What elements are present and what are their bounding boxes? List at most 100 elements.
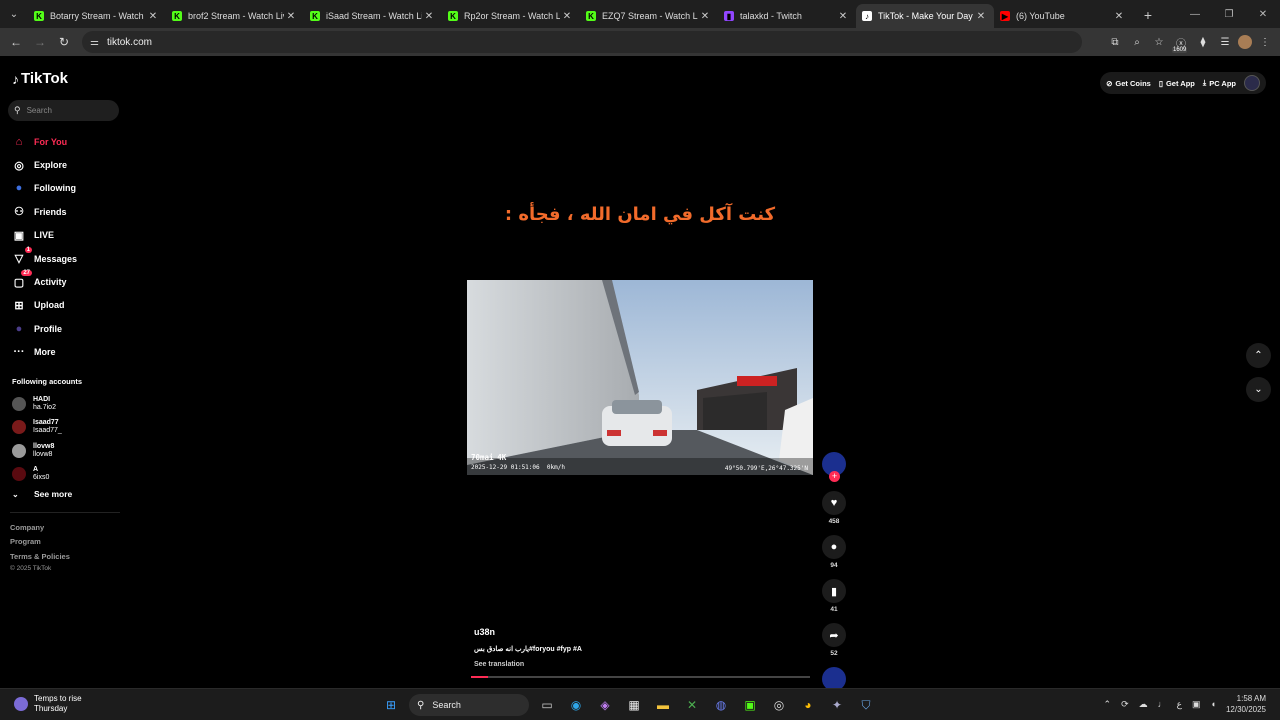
- chrome-icon[interactable]: ◕: [797, 694, 819, 716]
- store-icon[interactable]: ▦: [623, 694, 645, 716]
- xbox-icon[interactable]: ✕: [681, 694, 703, 716]
- security-app-icon[interactable]: ⛉: [855, 694, 877, 716]
- copilot-icon[interactable]: ◈: [594, 694, 616, 716]
- tab-close-icon[interactable]: ✕: [698, 11, 712, 22]
- tab-close-icon[interactable]: ✕: [836, 11, 850, 22]
- extensions-puzzle-icon[interactable]: ⧫: [1194, 30, 1212, 54]
- nav-item-activity[interactable]: ▢ 27 Activity: [12, 270, 77, 293]
- save-count: 41: [830, 606, 838, 613]
- nav-item-explore[interactable]: ◎ Explore: [12, 153, 77, 176]
- nav-label: Following: [34, 183, 76, 194]
- following-account[interactable]: HADI ha.7io2: [12, 392, 62, 416]
- input-language[interactable]: ع: [1177, 699, 1182, 710]
- address-bar[interactable]: ⚌ tiktok.com: [82, 31, 1082, 53]
- tab-close-icon[interactable]: ✕: [1112, 11, 1126, 22]
- nav-item-live[interactable]: ▣ LIVE: [12, 224, 77, 247]
- following-account[interactable]: llovw8 llovw8: [12, 439, 62, 463]
- comment-button[interactable]: ●: [822, 535, 846, 559]
- nav-item-following[interactable]: ● Following: [12, 177, 77, 200]
- nav-item-more[interactable]: ··· More: [12, 341, 77, 364]
- browser-tab[interactable]: Kbrof2 Stream - Watch Live ✕: [166, 4, 304, 28]
- browser-tab[interactable]: ▶ (6) YouTube ✕: [994, 4, 1132, 28]
- video-player[interactable]: 70mai 4K 2025-12-29 01:51:06 0km/h 49°50…: [467, 280, 813, 475]
- tab-search-button[interactable]: ⌄: [0, 0, 28, 28]
- discord-icon[interactable]: ◍: [710, 694, 732, 716]
- weather-widget[interactable]: Temps to rise Thursday: [14, 694, 82, 714]
- video-caption-overlay: كنت آكل في امان الله ، فجأه :: [504, 204, 776, 225]
- edge-icon[interactable]: ◉: [565, 694, 587, 716]
- browser-tab[interactable]: ▮ talaxkd - Twitch ✕: [718, 4, 856, 28]
- extension-icon[interactable]: ⓧ 1609: [1172, 30, 1190, 54]
- share-button[interactable]: ➦: [822, 623, 846, 647]
- volume-icon[interactable]: ◖: [1211, 699, 1216, 709]
- like-button[interactable]: ♥: [822, 491, 846, 515]
- site-info-icon[interactable]: ⚌: [90, 37, 99, 48]
- zoom-icon[interactable]: ⌕: [1128, 30, 1146, 54]
- browser-menu-icon[interactable]: ⋮: [1256, 30, 1274, 54]
- video-author[interactable]: u38n: [474, 627, 495, 637]
- save-button[interactable]: ▮: [822, 579, 846, 603]
- tab-close-icon[interactable]: ✕: [284, 11, 298, 22]
- browser-tab[interactable]: K Rp2or Stream - Watch Live✕: [442, 4, 580, 28]
- creator-avatar[interactable]: +: [822, 452, 846, 482]
- nav-label: More: [34, 347, 56, 358]
- see-more-button[interactable]: ⌄ See more: [12, 489, 72, 499]
- search-icon: ⚲: [14, 105, 21, 115]
- nav-item-upload[interactable]: ⊞ Upload: [12, 294, 77, 317]
- footer-link-terms[interactable]: Terms & Policies: [10, 552, 70, 566]
- get-coins-button[interactable]: ⊘ Get Coins: [1106, 79, 1151, 88]
- browser-tab[interactable]: K Botarry Stream - Watch Live✕: [28, 4, 166, 28]
- sync-icon[interactable]: ⟳: [1121, 699, 1129, 710]
- tab-close-icon[interactable]: ✕: [974, 11, 988, 22]
- side-panel-icon[interactable]: ☰: [1216, 30, 1234, 54]
- back-button[interactable]: ←: [4, 30, 28, 54]
- clock[interactable]: 1:58 AM 12/30/2025: [1226, 693, 1266, 715]
- nav-item-friends[interactable]: ⚇ Friends: [12, 200, 77, 223]
- tray-overflow-icon[interactable]: ⌃: [1104, 699, 1112, 710]
- browser-tab[interactable]: K EZQ7 Stream - Watch Live✕: [580, 4, 718, 28]
- new-tab-button[interactable]: +: [1136, 3, 1160, 27]
- steam-icon[interactable]: ✦: [826, 694, 848, 716]
- profile-avatar[interactable]: [1238, 35, 1252, 49]
- footer-link-company[interactable]: Company: [10, 523, 70, 537]
- follow-plus-icon[interactable]: +: [829, 471, 840, 482]
- feed-navigation: ⌃ ⌄: [1246, 343, 1271, 411]
- browser-tab[interactable]: KiSaad Stream - Watch Live✕: [304, 4, 442, 28]
- task-view-icon[interactable]: ▭: [536, 694, 558, 716]
- browser-tab[interactable]: ♪ TikTok - Make Your Day ✕: [856, 4, 994, 28]
- next-video-button[interactable]: ⌄: [1246, 377, 1271, 402]
- install-app-icon[interactable]: ⧉: [1106, 30, 1124, 54]
- restore-button[interactable]: ❐: [1212, 0, 1246, 28]
- following-account[interactable]: A 6ixs0: [12, 463, 62, 487]
- tiktok-logo[interactable]: ♪ TikTok: [12, 70, 68, 87]
- following-account[interactable]: Isaad77 Isaad77_: [12, 416, 62, 440]
- cloud-icon[interactable]: ☁: [1139, 699, 1148, 710]
- nav-item-messages[interactable]: ▽ 1 Messages: [12, 246, 77, 270]
- file-explorer-icon[interactable]: ▬: [652, 694, 674, 716]
- close-window-button[interactable]: ✕: [1246, 0, 1280, 28]
- kick-app-icon[interactable]: ▣: [739, 694, 761, 716]
- pc-app-button[interactable]: ⤓ PC App: [1203, 78, 1236, 88]
- start-button[interactable]: ⊞: [380, 694, 402, 716]
- network-icon[interactable]: ▣: [1192, 699, 1201, 710]
- taskbar-search[interactable]: ⚲ Search: [409, 694, 529, 716]
- user-avatar[interactable]: [1244, 75, 1260, 91]
- get-app-button[interactable]: ▯ Get App: [1159, 79, 1195, 88]
- reload-button[interactable]: ↻: [52, 30, 76, 54]
- see-translation-link[interactable]: See translation: [474, 661, 524, 668]
- bookmark-star-icon[interactable]: ☆: [1150, 30, 1168, 54]
- forward-button[interactable]: →: [28, 30, 52, 54]
- video-progress-bar[interactable]: [471, 676, 810, 678]
- minimize-button[interactable]: —: [1178, 0, 1212, 28]
- previous-video-button[interactable]: ⌃: [1246, 343, 1271, 368]
- tab-close-icon[interactable]: ✕: [560, 11, 574, 22]
- tab-close-icon[interactable]: ✕: [146, 11, 160, 22]
- footer-link-program[interactable]: Program: [10, 537, 70, 551]
- tablet-app-icon[interactable]: ◎: [768, 694, 790, 716]
- browser-tab-strip: ⌄ KBotarry Stream - Watch Live✕Kbrof2 St…: [0, 0, 1280, 28]
- nav-item-for-you[interactable]: ⌂ For You: [12, 130, 77, 153]
- tab-close-icon[interactable]: ✕: [422, 11, 436, 22]
- search-input[interactable]: ⚲ Search: [8, 100, 119, 121]
- nav-item-profile[interactable]: ● Profile: [12, 317, 77, 340]
- microphone-icon[interactable]: ♩: [1158, 699, 1167, 709]
